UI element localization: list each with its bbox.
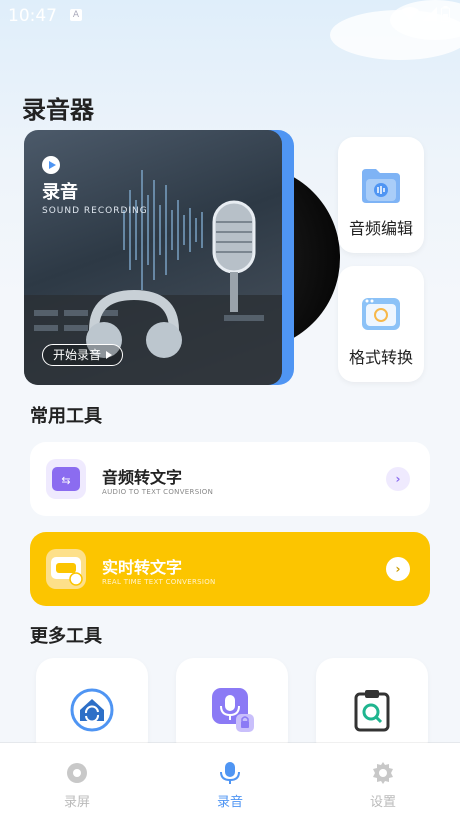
realtime-text-subtitle: REAL TIME TEXT CONVERSION bbox=[102, 578, 216, 586]
realtime-text-row[interactable]: 实时转文字 REAL TIME TEXT CONVERSION › bbox=[30, 532, 430, 606]
tab-label: 设置 bbox=[369, 795, 396, 810]
audio-to-text-subtitle: AUDIO TO TEXT CONVERSION bbox=[102, 488, 214, 496]
hero-subtitle: SOUND RECORDING bbox=[42, 206, 148, 216]
svg-text:⇆: ⇆ bbox=[61, 474, 70, 487]
mic-icon bbox=[220, 762, 240, 784]
screen-record-icon bbox=[67, 763, 87, 783]
more-tools-title: 更多工具 bbox=[30, 626, 102, 647]
home-sync-icon bbox=[70, 688, 114, 732]
play-icon bbox=[42, 156, 60, 174]
battery-icon bbox=[441, 6, 450, 22]
audio-to-text-title: 音频转文字 bbox=[102, 468, 183, 487]
tab-label: 录屏 bbox=[63, 795, 90, 810]
bottom-tab-bar: 录屏 录音 设置 bbox=[0, 743, 460, 819]
audio-edit-card[interactable]: 音频编辑 bbox=[338, 137, 424, 253]
audio-to-text-row[interactable]: ⇆ 音频转文字 AUDIO TO TEXT CONVERSION › bbox=[30, 442, 430, 516]
clipboard-search-icon bbox=[354, 690, 390, 732]
format-convert-card[interactable]: 格式转换 bbox=[338, 266, 424, 382]
audio-edit-label: 音频编辑 bbox=[348, 219, 413, 238]
audio-to-text-icon: ⇆ bbox=[46, 459, 86, 499]
tab-record[interactable]: 录音 bbox=[170, 743, 290, 819]
common-tools-title: 常用工具 bbox=[30, 406, 102, 427]
locked-mic-icon bbox=[212, 688, 254, 732]
wifi-icon bbox=[401, 7, 419, 21]
page-title: 录音器 bbox=[22, 96, 94, 124]
start-recording-label: 开始录音 bbox=[53, 348, 102, 362]
realtime-text-title: 实时转文字 bbox=[102, 558, 183, 577]
chevron-right-icon[interactable]: › bbox=[386, 467, 410, 491]
signal-icon bbox=[423, 7, 437, 21]
tab-label: 录音 bbox=[216, 795, 243, 810]
status-bar: 10:47 A bbox=[0, 0, 460, 34]
record-hero-card[interactable]: 录音 SOUND RECORDING 开始录音 bbox=[24, 130, 340, 385]
format-convert-label: 格式转换 bbox=[348, 348, 413, 367]
play-arrow-icon bbox=[106, 351, 113, 359]
status-time: 10:47 bbox=[8, 6, 57, 26]
tab-screen-record[interactable]: 录屏 bbox=[17, 743, 137, 819]
tab-settings[interactable]: 设置 bbox=[323, 743, 443, 819]
hero-title: 录音 bbox=[42, 182, 78, 203]
audio-folder-icon bbox=[362, 169, 400, 203]
notification-badge: A bbox=[70, 9, 82, 21]
settings-gear-icon bbox=[373, 762, 393, 784]
realtime-text-icon bbox=[46, 549, 86, 589]
format-convert-icon bbox=[362, 298, 400, 330]
microphone-studio-image: 录音 SOUND RECORDING 开始录音 bbox=[24, 130, 282, 385]
chevron-right-icon[interactable]: › bbox=[386, 557, 410, 581]
start-recording-button[interactable]: 开始录音 bbox=[42, 344, 124, 366]
